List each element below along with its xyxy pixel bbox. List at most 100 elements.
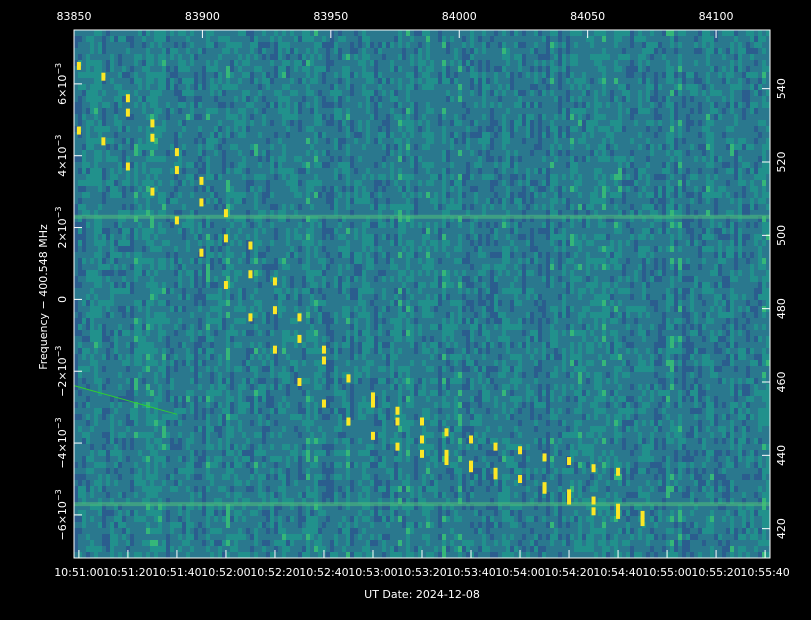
heat-cell — [246, 450, 250, 456]
heat-cell — [246, 420, 250, 426]
heat-cell — [198, 48, 202, 54]
heat-cell — [250, 360, 254, 366]
heat-cell — [242, 168, 246, 174]
heat-cell — [250, 192, 254, 198]
heat-cell — [82, 330, 86, 336]
heat-cell — [138, 96, 142, 102]
heat-cell — [146, 438, 150, 444]
heat-cell — [186, 222, 190, 228]
heat-cell — [134, 180, 138, 186]
heat-cell — [74, 54, 78, 60]
heat-cell — [282, 48, 286, 54]
heat-cell — [234, 90, 238, 96]
heat-cell — [242, 516, 246, 522]
heat-cell — [282, 222, 286, 228]
heat-cell — [114, 252, 118, 258]
heat-cell — [238, 468, 242, 474]
heat-cell — [170, 492, 174, 498]
heat-cell — [278, 528, 282, 534]
heat-cell — [246, 384, 250, 390]
heat-cell — [134, 492, 138, 498]
heat-cell — [154, 258, 158, 264]
heat-cell — [210, 396, 214, 402]
heat-cell — [142, 276, 146, 282]
heat-cell — [170, 78, 174, 84]
heat-cell — [114, 66, 118, 72]
heat-cell — [114, 360, 118, 366]
heat-cell — [270, 516, 274, 522]
heat-cell — [82, 390, 86, 396]
heat-cell — [178, 552, 182, 558]
heat-cell — [226, 42, 230, 48]
heat-cell — [98, 138, 102, 144]
heat-cell — [278, 456, 282, 462]
heat-cell — [222, 522, 226, 528]
heat-cell — [218, 540, 222, 546]
heat-cell — [106, 252, 110, 258]
heat-cell — [290, 480, 294, 486]
heat-cell — [190, 228, 194, 234]
heat-cell — [162, 132, 166, 138]
heat-cell — [138, 384, 142, 390]
heat-cell — [94, 354, 98, 360]
heat-cell — [82, 522, 86, 528]
heat-cell — [162, 246, 166, 252]
heat-cell — [142, 528, 146, 534]
heat-cell — [142, 270, 146, 276]
heat-cell — [90, 294, 94, 300]
heat-cell — [142, 324, 146, 330]
heat-cell — [198, 168, 202, 174]
heat-cell — [186, 348, 190, 354]
heat-cell — [290, 42, 294, 48]
heat-cell — [242, 162, 246, 168]
heat-cell — [158, 378, 162, 384]
heat-cell — [262, 330, 266, 336]
heat-cell — [142, 174, 146, 180]
heat-cell — [162, 438, 166, 444]
heat-cell — [150, 312, 154, 318]
heat-cell — [250, 294, 254, 300]
heat-cell — [206, 198, 210, 204]
heat-cell — [134, 156, 138, 162]
heat-cell — [286, 144, 290, 150]
heat-cell — [98, 396, 102, 402]
heat-cell — [98, 186, 102, 192]
heat-cell — [102, 372, 106, 378]
heat-cell — [230, 234, 234, 240]
heat-cell — [150, 324, 154, 330]
heat-cell — [286, 546, 290, 552]
heat-cell — [270, 234, 274, 240]
heat-cell — [190, 156, 194, 162]
heat-cell — [126, 102, 130, 108]
heat-cell — [290, 162, 294, 168]
heat-cell — [258, 444, 262, 450]
heat-cell — [118, 516, 122, 522]
heat-cell — [158, 102, 162, 108]
heat-cell — [238, 402, 242, 408]
heat-cell — [86, 156, 90, 162]
heat-cell — [130, 228, 134, 234]
heat-cell — [202, 54, 206, 60]
heat-cell — [142, 318, 146, 324]
heat-cell — [242, 126, 246, 132]
heat-cell — [138, 528, 142, 534]
heat-cell — [194, 462, 198, 468]
heat-cell — [150, 258, 154, 264]
heat-cell — [254, 396, 258, 402]
heat-cell — [138, 540, 142, 546]
heat-cell — [250, 204, 254, 210]
heat-cell — [142, 300, 146, 306]
heat-cell — [214, 204, 218, 210]
heat-cell — [82, 324, 86, 330]
heat-cell — [214, 228, 218, 234]
heat-cell — [82, 174, 86, 180]
heat-cell — [134, 528, 138, 534]
heat-cell — [294, 246, 298, 252]
heat-cell — [250, 198, 254, 204]
heat-cell — [150, 288, 154, 294]
heat-cell — [290, 342, 294, 348]
heat-cell — [166, 294, 170, 300]
heat-cell — [114, 408, 118, 414]
heat-cell — [110, 138, 114, 144]
heat-cell — [286, 534, 290, 540]
